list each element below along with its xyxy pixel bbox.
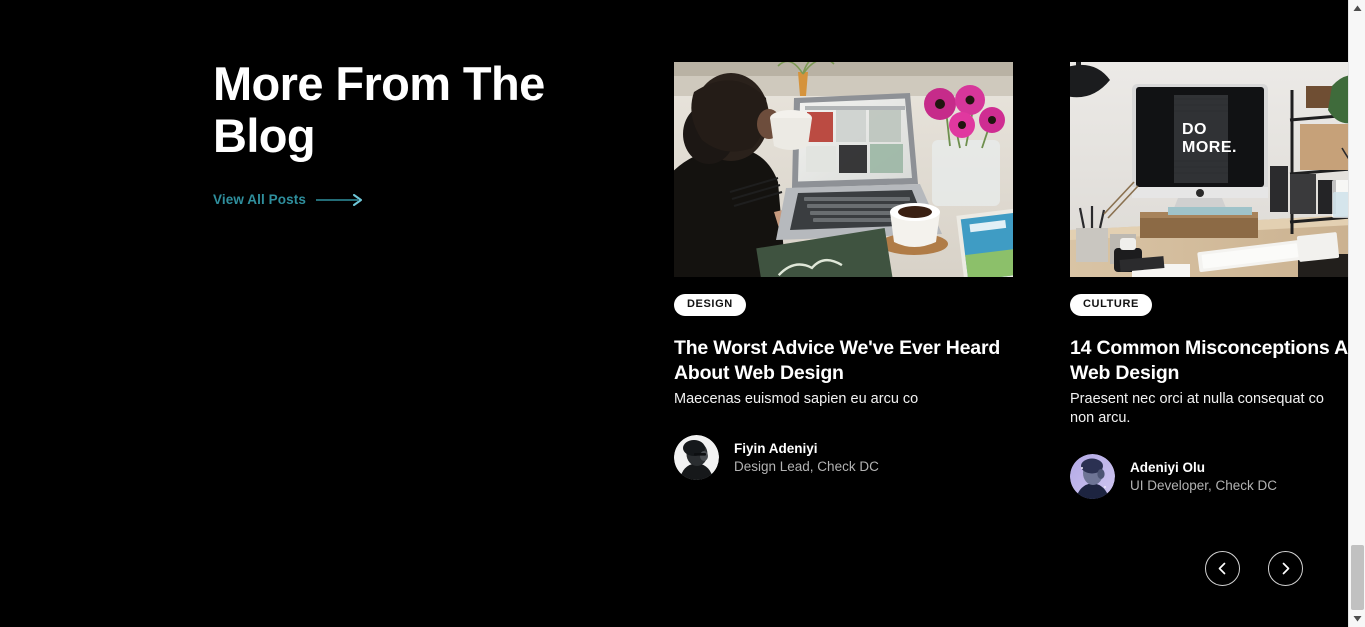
- carousel-next-button[interactable]: [1268, 551, 1303, 586]
- blog-card-excerpt: Praesent nec orci at nulla consequat co …: [1070, 390, 1348, 428]
- blog-carousel-track[interactable]: DESIGN The Worst Advice We've Ever Heard…: [674, 62, 1348, 499]
- blog-card-excerpt-line: Praesent nec orci at nulla consequat co: [1070, 391, 1324, 407]
- blog-card-image[interactable]: [674, 62, 1013, 277]
- author-name: Fiyin Adeniyi: [734, 440, 818, 456]
- blog-card-image[interactable]: DO MORE.: [1070, 62, 1348, 277]
- view-all-posts-label: View All Posts: [213, 192, 306, 207]
- long-arrow-right-icon: [315, 193, 362, 206]
- scrollbar-thumb[interactable]: [1351, 545, 1364, 610]
- blog-card-title-line: The Worst Advice We've Ever Heard: [674, 337, 1001, 359]
- blog-card-title[interactable]: 14 Common Misconceptions About Web Desig…: [1070, 336, 1348, 386]
- scrollbar-down-button[interactable]: [1349, 610, 1365, 627]
- blog-card-author[interactable]: Fiyin Adeniyi Design Lead, Check DC: [674, 435, 1013, 480]
- avatar: [1070, 454, 1115, 499]
- svg-text:DO: DO: [1182, 121, 1207, 138]
- blog-card-title-line: 14 Common Misconceptions About: [1070, 337, 1348, 359]
- avatar-adeniyi-olu: [1070, 454, 1115, 499]
- blog-card-title[interactable]: The Worst Advice We've Ever Heard About …: [674, 336, 1013, 386]
- author-role: UI Developer, Check DC: [1130, 477, 1278, 493]
- page-title: More From The Blog: [213, 57, 545, 162]
- avatar-fiyin-adeniyi: [674, 435, 719, 480]
- blog-card-excerpt: Maecenas euismod sapien eu arcu co: [674, 390, 1013, 409]
- carousel-nav: [1205, 551, 1303, 586]
- blog-card-author[interactable]: Adeniyi Olu UI Developer, Check DC: [1070, 454, 1348, 499]
- blog-section-intro: More From The Blog View All Posts: [213, 58, 633, 209]
- blog-card[interactable]: DESIGN The Worst Advice We've Ever Heard…: [674, 62, 1013, 499]
- page-viewport: More From The Blog View All Posts DESIGN…: [0, 0, 1348, 627]
- chevron-left-icon: [1218, 562, 1226, 575]
- blog-card-excerpt-line: Maecenas euismod sapien eu arcu co: [674, 391, 919, 407]
- blog-card[interactable]: DO MORE. CULTURE 14 Common Misconception…: [1070, 62, 1348, 499]
- author-role: Design Lead, Check DC: [734, 458, 879, 474]
- scrollbar-up-button[interactable]: [1349, 0, 1365, 17]
- blog-card-author-text: Fiyin Adeniyi Design Lead, Check DC: [734, 440, 879, 476]
- imac-desk-setup-do-more-photo: DO MORE.: [1070, 62, 1348, 277]
- svg-text:MORE.: MORE.: [1182, 139, 1237, 156]
- blog-card-title-line: About Web Design: [674, 362, 844, 384]
- view-all-posts-link[interactable]: View All Posts: [213, 192, 366, 207]
- scroll-up-arrow-icon: [1353, 5, 1362, 11]
- blog-card-excerpt-line: non arcu.: [1070, 410, 1131, 426]
- scroll-down-arrow-icon: [1353, 616, 1362, 622]
- blog-card-author-text: Adeniyi Olu UI Developer, Check DC: [1130, 459, 1277, 495]
- chevron-right-icon: [1282, 562, 1290, 575]
- browser-scrollbar[interactable]: [1348, 0, 1365, 627]
- blog-card-title-line: Web Design: [1070, 362, 1180, 384]
- blog-card-category-badge[interactable]: CULTURE: [1070, 294, 1152, 316]
- author-name: Adeniyi Olu: [1130, 459, 1206, 475]
- carousel-prev-button[interactable]: [1205, 551, 1240, 586]
- avatar: [674, 435, 719, 480]
- woman-at-desk-with-laptop-photo: [674, 62, 1013, 277]
- blog-card-category-badge[interactable]: DESIGN: [674, 294, 746, 316]
